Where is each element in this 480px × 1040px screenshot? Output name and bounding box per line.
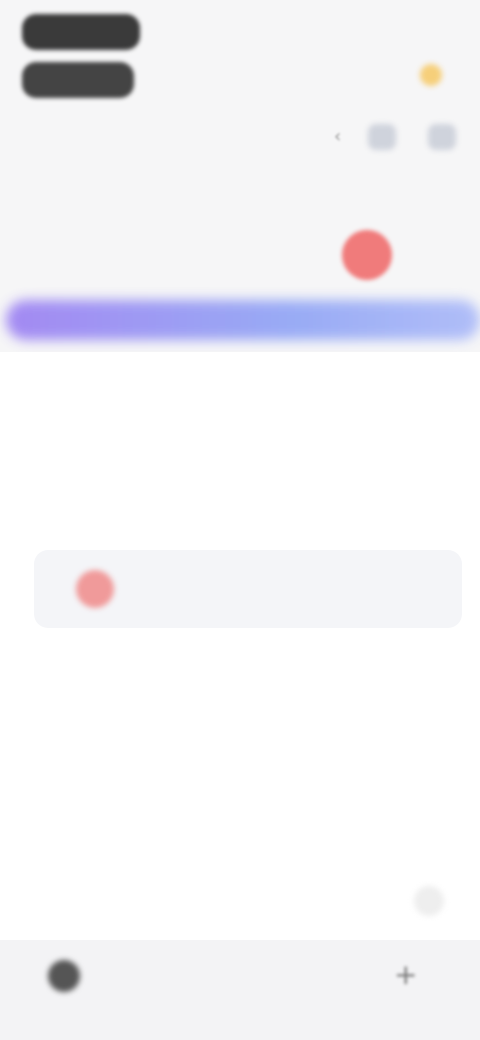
day-cell-today[interactable] <box>340 200 394 280</box>
week-strip <box>20 200 460 280</box>
logo-line-2 <box>22 62 134 98</box>
day-cell[interactable] <box>84 200 138 280</box>
content-panel <box>0 352 480 1040</box>
day-cell[interactable] <box>276 200 330 280</box>
calendar-icon[interactable] <box>368 124 396 150</box>
menu-icon[interactable] <box>428 124 456 150</box>
event-card[interactable] <box>34 550 462 628</box>
bottom-input-bar: + <box>0 940 480 1040</box>
plus-icon[interactable]: + <box>394 958 417 991</box>
day-cell[interactable] <box>148 200 202 280</box>
day-cell[interactable] <box>20 200 74 280</box>
today-highlight <box>342 230 392 280</box>
chevron-left-icon[interactable]: ‹ <box>334 126 341 147</box>
logo-line-1 <box>22 14 140 50</box>
gradient-banner[interactable] <box>6 300 480 340</box>
avatar[interactable] <box>48 960 80 992</box>
scroll-to-top-button[interactable] <box>414 886 444 916</box>
day-cell[interactable] <box>404 200 458 280</box>
day-cell[interactable] <box>212 200 266 280</box>
event-color-dot <box>76 570 114 608</box>
sun-icon <box>420 64 442 86</box>
app-logo <box>22 14 140 100</box>
